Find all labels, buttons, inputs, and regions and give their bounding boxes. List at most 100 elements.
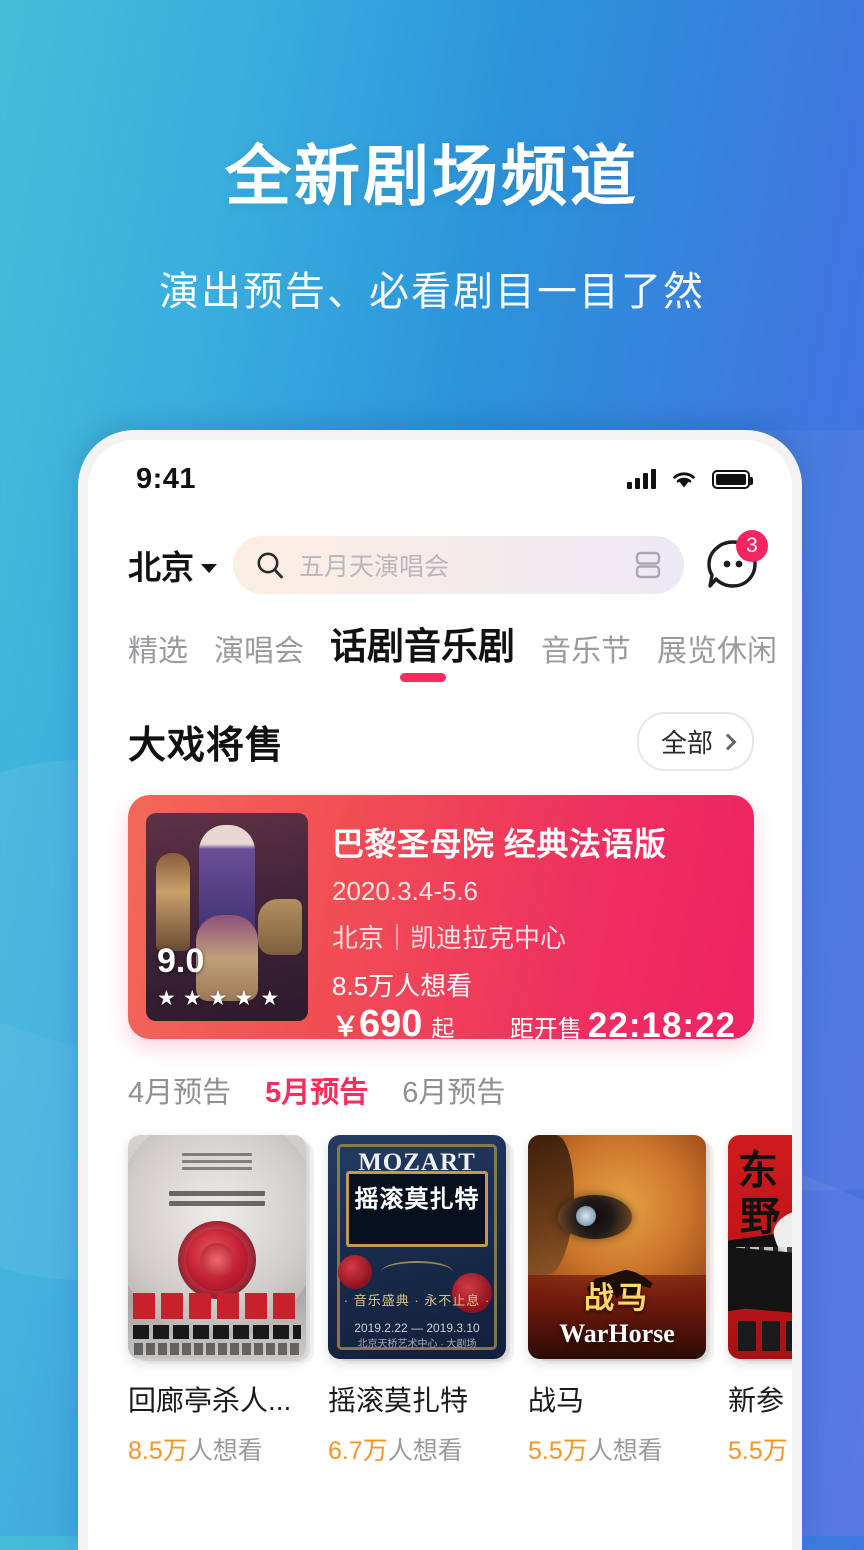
- featured-want-count: 8.5万人想看: [332, 971, 473, 1001]
- hero-subtitle: 演出预告、必看剧目一目了然: [159, 269, 705, 314]
- signal-bars-icon: [627, 469, 656, 489]
- featured-show-card[interactable]: 9.0 ★ ★ ★ ★ ★ 巴黎圣母院 经典法语版 2020.3.4-5.6 北…: [128, 795, 754, 1045]
- month-tab-june[interactable]: 6月预告: [402, 1069, 505, 1111]
- show-want-count: 6.7万人想看: [328, 1431, 506, 1467]
- poster-rose-left: [338, 1255, 372, 1289]
- list-item[interactable]: 东 野 新参 5.5万: [728, 1135, 792, 1467]
- phone-mockup: 9:41 北京 五月天演唱会 3 精选 演唱会 话剧音乐剧 音乐节 展览休闲 大…: [78, 430, 802, 1550]
- featured-card-body: 巴黎圣母院 经典法语版 2020.3.4-5.6 北京｜凯迪拉克中心 8.5万人…: [332, 813, 736, 1045]
- view-all-button[interactable]: 全部: [636, 712, 754, 771]
- chevron-right-icon: [719, 733, 737, 750]
- show-poster-mozart[interactable]: MOZART 摇滚莫扎特 · 音乐盛典 · 永不止息 · 2019.2.22 —…: [328, 1135, 506, 1359]
- price-suffix: 起: [431, 1015, 455, 1041]
- show-title: 战马: [528, 1385, 585, 1416]
- search-input[interactable]: 五月天演唱会: [233, 536, 684, 594]
- hero-title: 全新剧场频道: [225, 139, 639, 213]
- app-header: 北京 五月天演唱会 3: [88, 518, 792, 602]
- section-header: 大戏将售 全部: [88, 686, 792, 771]
- poster-bottom-text: [738, 1321, 792, 1351]
- rating-stars: ★ ★ ★ ★ ★: [157, 988, 279, 1009]
- poster-title-cn: 战马: [584, 1282, 650, 1315]
- poster-date: 2019.2.22 — 2019.3.10: [354, 1321, 480, 1335]
- show-want-count: 5.5万人想看: [528, 1431, 706, 1467]
- want-suffix: 人想看: [387, 1437, 463, 1465]
- poster-eye-art: [558, 1195, 632, 1239]
- poster-figure-left: [156, 853, 190, 951]
- hero-banner: 全新剧场频道 演出预告、必看剧目一目了然: [0, 140, 864, 317]
- want-suffix: 人想看: [587, 1437, 663, 1465]
- star-icon: ★: [260, 987, 280, 1010]
- search-placeholder: 五月天演唱会: [299, 553, 450, 581]
- tab-yanchanghui[interactable]: 演唱会: [214, 626, 304, 686]
- phone-screen: 9:41 北京 五月天演唱会 3 精选 演唱会 话剧音乐剧 音乐节 展览休闲 大…: [88, 440, 792, 1550]
- scan-code-icon[interactable]: [632, 549, 664, 581]
- list-item[interactable]: 回廊亭杀人... 8.5万人想看: [128, 1135, 306, 1467]
- currency-symbol: ￥: [332, 1012, 359, 1042]
- category-tabs[interactable]: 精选 演唱会 话剧音乐剧 音乐节 展览休闲: [88, 602, 792, 686]
- featured-card-footer: ￥ 690 起 距开售 22:18:22: [332, 1003, 736, 1050]
- show-poster-warhorse[interactable]: 战马 WarHorse: [528, 1135, 706, 1359]
- wifi-icon: [673, 472, 695, 488]
- poster-title-cn: [133, 1293, 301, 1319]
- list-item[interactable]: MOZART 摇滚莫扎特 · 音乐盛典 · 永不止息 · 2019.2.22 —…: [328, 1135, 506, 1467]
- rating-score: 9.0: [157, 942, 205, 980]
- show-want-count: 5.5万: [728, 1431, 792, 1467]
- featured-date: 2020.3.4-5.6: [332, 876, 479, 906]
- battery-icon: [712, 469, 753, 489]
- month-tab-may[interactable]: 5月预告: [265, 1069, 368, 1111]
- want-number: 8.5万: [128, 1437, 188, 1465]
- list-item[interactable]: 战马 WarHorse 战马 5.5万人想看: [528, 1135, 706, 1467]
- poster-title-en: MOZART: [358, 1149, 476, 1176]
- chat-badge: 3: [736, 530, 768, 562]
- caret-down-icon: [201, 563, 217, 573]
- status-indicators: [627, 468, 753, 490]
- poster-tagline: · 音乐盛典 · 永不止息 ·: [343, 1293, 491, 1308]
- tab-zhanlan-xiuxian[interactable]: 展览休闲: [657, 626, 777, 686]
- featured-venue: 北京｜凯迪拉克中心: [332, 923, 567, 953]
- star-icon: ★: [157, 987, 176, 1010]
- featured-price: ￥ 690 起: [332, 1003, 454, 1046]
- poster-rose-art: [178, 1221, 256, 1299]
- countdown-value: 22:18:22: [587, 1006, 736, 1045]
- poster-swirl-art: [381, 1261, 453, 1283]
- star-icon: ★: [234, 987, 254, 1010]
- show-poster-kairoutei[interactable]: [128, 1135, 306, 1359]
- countdown-timer: 距开售 22:18:22: [510, 1006, 736, 1046]
- poster-credits-bottom: [134, 1343, 300, 1355]
- poster-title-en: WarHorse: [559, 1319, 675, 1348]
- poster-title-en: [133, 1325, 301, 1339]
- countdown-label: 距开售: [509, 1016, 582, 1043]
- show-poster-xincan[interactable]: 东 野: [728, 1135, 792, 1359]
- search-icon: [257, 552, 283, 579]
- featured-poster: 9.0 ★ ★ ★ ★ ★: [146, 813, 308, 1021]
- tab-yinyuejie[interactable]: 音乐节: [541, 626, 631, 686]
- featured-title: 巴黎圣母院 经典法语版: [332, 826, 667, 862]
- chat-button[interactable]: 3: [700, 530, 768, 596]
- star-icon: ★: [208, 987, 228, 1010]
- poster-title-cn-1: 东: [738, 1149, 778, 1193]
- show-title: 回廊亭杀人...: [128, 1385, 292, 1416]
- poster-figure-right: [258, 899, 302, 955]
- month-tab-april[interactable]: 4月预告: [128, 1069, 231, 1111]
- want-number: 5.5万: [528, 1437, 588, 1465]
- poster-jp-text: [169, 1191, 265, 1211]
- want-number: 6.7万: [328, 1437, 388, 1465]
- city-label: 北京: [128, 549, 194, 586]
- show-title: 新参: [728, 1385, 785, 1416]
- show-list[interactable]: 回廊亭杀人... 8.5万人想看 MOZART 摇滚莫扎特 · 音乐盛典 · 永…: [88, 1111, 792, 1467]
- show-title: 摇滚莫扎特: [328, 1385, 469, 1416]
- star-icon: ★: [182, 987, 202, 1010]
- tab-huaju-yinyueju[interactable]: 话剧音乐剧: [330, 616, 515, 686]
- city-selector[interactable]: 北京: [128, 541, 217, 589]
- want-suffix: 人想看: [187, 1437, 263, 1465]
- want-number: 5.5万: [728, 1437, 788, 1465]
- view-all-label: 全部: [660, 728, 713, 758]
- show-want-count: 8.5万人想看: [128, 1431, 306, 1467]
- section-title: 大戏将售: [128, 725, 285, 767]
- poster-credits-top: [182, 1153, 252, 1174]
- price-amount: 690: [359, 1003, 423, 1045]
- status-bar: 9:41: [88, 440, 792, 518]
- tab-jingxuan[interactable]: 精选: [128, 626, 188, 686]
- status-time: 9:41: [136, 462, 197, 495]
- poster-venue: 北京天桥艺术中心 · 大剧场: [357, 1339, 477, 1350]
